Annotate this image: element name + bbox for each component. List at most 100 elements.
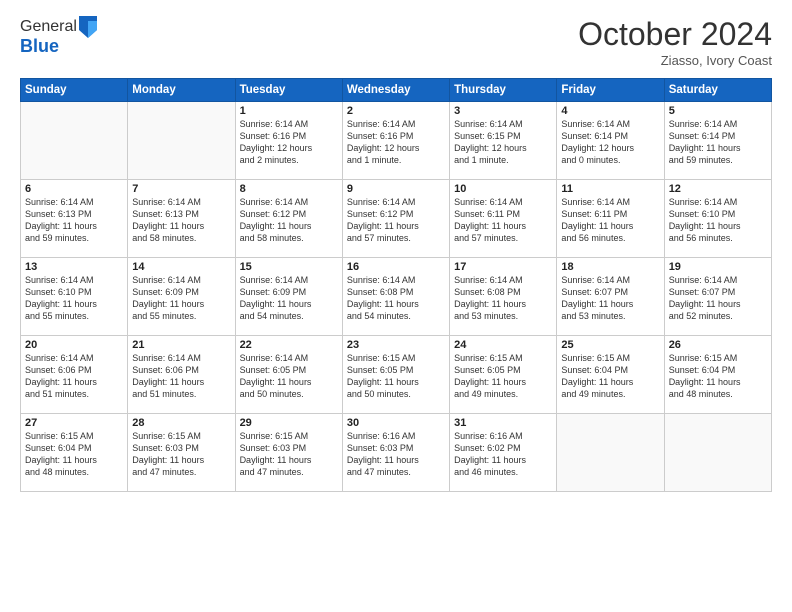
day-number: 8 — [240, 183, 338, 195]
day-number: 2 — [347, 105, 445, 117]
day-number: 19 — [669, 261, 767, 273]
calendar-cell — [128, 102, 235, 180]
day-info: Sunrise: 6:14 AM Sunset: 6:05 PM Dayligh… — [240, 352, 338, 401]
calendar-cell: 19Sunrise: 6:14 AM Sunset: 6:07 PM Dayli… — [664, 258, 771, 336]
day-number: 1 — [240, 105, 338, 117]
day-info: Sunrise: 6:15 AM Sunset: 6:04 PM Dayligh… — [25, 430, 123, 479]
day-number: 23 — [347, 339, 445, 351]
day-info: Sunrise: 6:14 AM Sunset: 6:10 PM Dayligh… — [669, 196, 767, 245]
calendar-cell: 13Sunrise: 6:14 AM Sunset: 6:10 PM Dayli… — [21, 258, 128, 336]
day-of-week-header: Friday — [557, 79, 664, 102]
day-number: 26 — [669, 339, 767, 351]
calendar-cell: 23Sunrise: 6:15 AM Sunset: 6:05 PM Dayli… — [342, 336, 449, 414]
day-number: 15 — [240, 261, 338, 273]
day-of-week-header: Wednesday — [342, 79, 449, 102]
calendar-cell: 8Sunrise: 6:14 AM Sunset: 6:12 PM Daylig… — [235, 180, 342, 258]
day-number: 21 — [132, 339, 230, 351]
calendar-cell: 15Sunrise: 6:14 AM Sunset: 6:09 PM Dayli… — [235, 258, 342, 336]
day-of-week-header: Thursday — [450, 79, 557, 102]
calendar-cell: 5Sunrise: 6:14 AM Sunset: 6:14 PM Daylig… — [664, 102, 771, 180]
day-info: Sunrise: 6:14 AM Sunset: 6:10 PM Dayligh… — [25, 274, 123, 323]
calendar-week-row: 6 Sunrise: 6:14 AM Sunset: 6:13 PM Daylig… — [21, 180, 772, 258]
calendar-cell: 2Sunrise: 6:14 AM Sunset: 6:16 PM Daylig… — [342, 102, 449, 180]
logo-blue-text: Blue — [20, 36, 97, 57]
calendar-cell: 30Sunrise: 6:16 AM Sunset: 6:03 PM Dayli… — [342, 414, 449, 492]
day-info: Sunrise: 6:14 AM Sunset: 6:06 PM Dayligh… — [132, 352, 230, 401]
day-info: Sunrise: 6:14 AM Sunset: 6:07 PM Dayligh… — [561, 274, 659, 323]
day-number: 12 — [669, 183, 767, 195]
day-number: 24 — [454, 339, 552, 351]
calendar-cell: 4Sunrise: 6:14 AM Sunset: 6:14 PM Daylig… — [557, 102, 664, 180]
day-info: Sunrise: 6:14 AM Sunset: 6:13 PM Dayligh… — [132, 196, 230, 245]
day-number: 31 — [454, 417, 552, 429]
day-info: Sunrise: 6:16 AM Sunset: 6:02 PM Dayligh… — [454, 430, 552, 479]
calendar-cell: 25Sunrise: 6:15 AM Sunset: 6:04 PM Dayli… — [557, 336, 664, 414]
day-info: Sunrise: 6:14 AM Sunset: 6:12 PM Dayligh… — [240, 196, 338, 245]
day-number: 7 — [132, 183, 230, 195]
calendar-cell: 17Sunrise: 6:14 AM Sunset: 6:08 PM Dayli… — [450, 258, 557, 336]
day-number: 9 — [347, 183, 445, 195]
day-number: 4 — [561, 105, 659, 117]
day-info: Sunrise: 6:14 AM Sunset: 6:08 PM Dayligh… — [454, 274, 552, 323]
day-info: Sunrise: 6:14 AM Sunset: 6:06 PM Dayligh… — [25, 352, 123, 401]
day-info: Sunrise: 6:15 AM Sunset: 6:05 PM Dayligh… — [454, 352, 552, 401]
calendar-cell: 22Sunrise: 6:14 AM Sunset: 6:05 PM Dayli… — [235, 336, 342, 414]
day-number: 28 — [132, 417, 230, 429]
day-info: Sunrise: 6:14 AM Sunset: 6:09 PM Dayligh… — [240, 274, 338, 323]
day-number: 10 — [454, 183, 552, 195]
day-info: Sunrise: 6:14 AM Sunset: 6:14 PM Dayligh… — [669, 118, 767, 167]
calendar-cell — [664, 414, 771, 492]
calendar-cell: 3Sunrise: 6:14 AM Sunset: 6:15 PM Daylig… — [450, 102, 557, 180]
calendar-week-row: 13Sunrise: 6:14 AM Sunset: 6:10 PM Dayli… — [21, 258, 772, 336]
day-info: Sunrise: 6:14 AM Sunset: 6:11 PM Dayligh… — [454, 196, 552, 245]
day-number: 22 — [240, 339, 338, 351]
day-number: 3 — [454, 105, 552, 117]
day-info: Sunrise: 6:15 AM Sunset: 6:03 PM Dayligh… — [240, 430, 338, 479]
day-info: Sunrise: 6:14 AM Sunset: 6:14 PM Dayligh… — [561, 118, 659, 167]
day-number: 27 — [25, 417, 123, 429]
day-number: 11 — [561, 183, 659, 195]
title-area: October 2024 Ziasso, Ivory Coast — [578, 16, 772, 68]
day-info: Sunrise: 6:15 AM Sunset: 6:03 PM Dayligh… — [132, 430, 230, 479]
calendar-cell: 28Sunrise: 6:15 AM Sunset: 6:03 PM Dayli… — [128, 414, 235, 492]
calendar-cell: 18Sunrise: 6:14 AM Sunset: 6:07 PM Dayli… — [557, 258, 664, 336]
calendar-cell: 20Sunrise: 6:14 AM Sunset: 6:06 PM Dayli… — [21, 336, 128, 414]
calendar-cell: 1Sunrise: 6:14 AM Sunset: 6:16 PM Daylig… — [235, 102, 342, 180]
day-info: Sunrise: 6:16 AM Sunset: 6:03 PM Dayligh… — [347, 430, 445, 479]
day-number: 13 — [25, 261, 123, 273]
day-number: 16 — [347, 261, 445, 273]
calendar-cell: 9Sunrise: 6:14 AM Sunset: 6:12 PM Daylig… — [342, 180, 449, 258]
logo: General Blue — [20, 16, 97, 57]
calendar-header-row: SundayMondayTuesdayWednesdayThursdayFrid… — [21, 79, 772, 102]
calendar-week-row: 27Sunrise: 6:15 AM Sunset: 6:04 PM Dayli… — [21, 414, 772, 492]
day-number: 25 — [561, 339, 659, 351]
day-info: Sunrise: 6:14 AM Sunset: 6:11 PM Dayligh… — [561, 196, 659, 245]
day-of-week-header: Monday — [128, 79, 235, 102]
day-of-week-header: Saturday — [664, 79, 771, 102]
day-of-week-header: Tuesday — [235, 79, 342, 102]
day-info: Sunrise: 6:14 AM Sunset: 6:08 PM Dayligh… — [347, 274, 445, 323]
day-info: Sunrise: 6:15 AM Sunset: 6:04 PM Dayligh… — [561, 352, 659, 401]
day-number: 30 — [347, 417, 445, 429]
calendar-cell: 10Sunrise: 6:14 AM Sunset: 6:11 PM Dayli… — [450, 180, 557, 258]
subtitle: Ziasso, Ivory Coast — [578, 53, 772, 68]
day-number: 29 — [240, 417, 338, 429]
calendar-cell — [21, 102, 128, 180]
calendar-cell: 24Sunrise: 6:15 AM Sunset: 6:05 PM Dayli… — [450, 336, 557, 414]
calendar-cell: 16Sunrise: 6:14 AM Sunset: 6:08 PM Dayli… — [342, 258, 449, 336]
day-info: Sunrise: 6:15 AM Sunset: 6:04 PM Dayligh… — [669, 352, 767, 401]
calendar-cell: 14Sunrise: 6:14 AM Sunset: 6:09 PM Dayli… — [128, 258, 235, 336]
calendar-cell: 12Sunrise: 6:14 AM Sunset: 6:10 PM Dayli… — [664, 180, 771, 258]
calendar-cell: 27Sunrise: 6:15 AM Sunset: 6:04 PM Dayli… — [21, 414, 128, 492]
day-info: Sunrise: 6:14 AM Sunset: 6:12 PM Dayligh… — [347, 196, 445, 245]
day-number: 5 — [669, 105, 767, 117]
day-number: 6 — [25, 183, 123, 195]
calendar-cell: 11Sunrise: 6:14 AM Sunset: 6:11 PM Dayli… — [557, 180, 664, 258]
day-number: 20 — [25, 339, 123, 351]
calendar-cell: 26Sunrise: 6:15 AM Sunset: 6:04 PM Dayli… — [664, 336, 771, 414]
calendar-cell: 21Sunrise: 6:14 AM Sunset: 6:06 PM Dayli… — [128, 336, 235, 414]
day-info: Sunrise: 6:15 AM Sunset: 6:05 PM Dayligh… — [347, 352, 445, 401]
month-title: October 2024 — [578, 16, 772, 53]
calendar: SundayMondayTuesdayWednesdayThursdayFrid… — [20, 78, 772, 492]
calendar-week-row: 20Sunrise: 6:14 AM Sunset: 6:06 PM Dayli… — [21, 336, 772, 414]
